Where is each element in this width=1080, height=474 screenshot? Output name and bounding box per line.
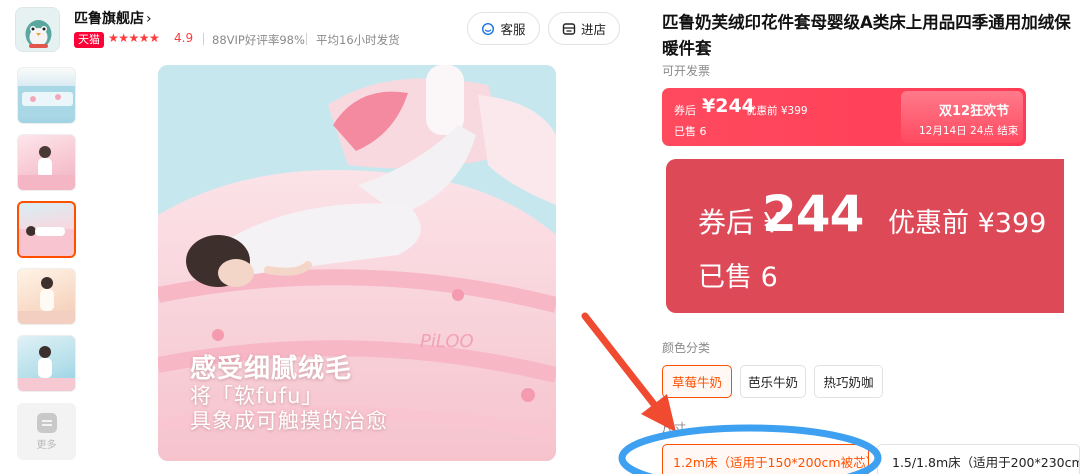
shop-logo[interactable] (15, 7, 60, 52)
product-title: 匹鲁奶芙绒印花件套母婴级A类床上用品四季通用加绒保暖件套 (662, 13, 1071, 58)
rating-score: 4.9 (174, 31, 194, 45)
size-section-label: 尺寸 (662, 421, 687, 435)
customer-service-button[interactable]: 客服 (467, 12, 540, 45)
color-option-guava-milk[interactable]: 芭乐牛奶 (740, 365, 806, 398)
original-price-large: 优惠前 ¥399 (888, 208, 1047, 239)
more-label: 更多 (36, 439, 57, 451)
size-option-1-5-1-8m[interactable]: 1.5/1.8m床（适用于200*230cm） (877, 444, 1080, 474)
vip-rate: 88VIP好评率98% (212, 33, 305, 47)
thumbnail-image (19, 226, 74, 256)
size-option-1-2m[interactable]: 1.2m床（适用于150*200cm被芯） (662, 444, 869, 474)
shop-name: 匹鲁旗舰店 (74, 11, 144, 27)
shop-mascot-icon (16, 8, 59, 51)
rating-stars-icon: ★★★★★ (108, 31, 160, 45)
original-price: 优惠前 ¥399 (746, 105, 808, 117)
headset-icon (482, 22, 495, 35)
event-end-time: 12月14日 24点 结束 (919, 125, 1019, 137)
color-option-strawberry-milk[interactable]: 草莓牛奶 (662, 365, 732, 398)
promo-banner: 券后 ¥244 优惠前 ¥399 已售 6 双12狂欢节 12月14日 24点 … (662, 88, 1026, 146)
thumbnail-1[interactable] (17, 67, 76, 124)
after-coupon-label: 券后 (674, 104, 696, 117)
color-option-hot-choc-coffee[interactable]: 热巧奶咖 (814, 365, 883, 398)
thumbnail-image (18, 346, 75, 391)
after-coupon-price-large: 244 (762, 185, 864, 243)
thumbnail-image (18, 86, 75, 114)
svg-text:PiLOO: PiLOO (420, 331, 474, 352)
ship-time: 平均16小时发货 (316, 33, 400, 47)
chevron-right-icon: › (146, 11, 152, 27)
shop-name-link[interactable]: 匹鲁旗舰店 › (74, 8, 152, 28)
customer-service-label: 客服 (500, 22, 526, 37)
color-section-label: 颜色分类 (662, 341, 711, 355)
thumbnail-image (18, 146, 75, 190)
enter-store-button[interactable]: 进店 (548, 12, 620, 45)
image-overlay-line-3: 具象成可触摸的治愈 (190, 409, 388, 433)
sold-count-large: 已售 6 (698, 262, 778, 293)
tmall-badge: 天猫 (74, 32, 104, 48)
thumbnail-4[interactable] (17, 268, 76, 325)
thumbnail-5[interactable] (17, 335, 76, 392)
more-images-button[interactable]: 更多 (17, 403, 76, 460)
invoice-note: 可开发票 (662, 64, 711, 78)
divider (203, 33, 204, 45)
sold-count: 已售 6 (674, 125, 707, 138)
thumbnail-3[interactable] (17, 201, 76, 258)
more-icon (36, 412, 57, 433)
store-icon (562, 22, 576, 35)
promo-banner-zoomed: 券后 ¥ 244 优惠前 ¥399 已售 6 (666, 159, 1064, 313)
event-name: 双12狂欢节 (939, 104, 1010, 119)
thumbnail-image (18, 277, 75, 324)
divider (306, 33, 307, 45)
thumbnail-2[interactable] (17, 134, 76, 191)
enter-store-label: 进店 (580, 22, 606, 37)
